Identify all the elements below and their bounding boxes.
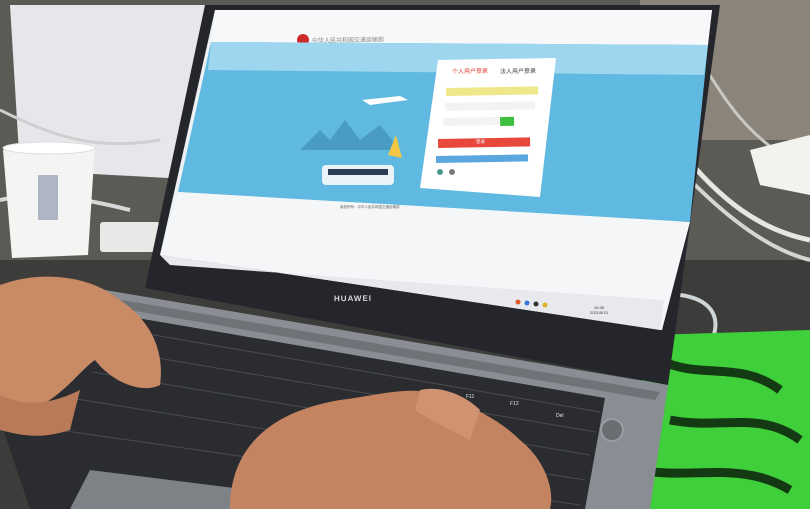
key-del[interactable]: Del: [556, 413, 564, 419]
cup-print: [38, 175, 58, 220]
page-footer: 版权所有：中华人民共和国交通运输部: [340, 205, 400, 209]
key-f12[interactable]: F12: [510, 401, 519, 407]
power-button[interactable]: [600, 418, 624, 442]
app-icon[interactable]: [437, 169, 443, 175]
tray-icon[interactable]: [524, 300, 530, 306]
key-f11[interactable]: F11: [466, 394, 474, 400]
site-header: [211, 10, 712, 45]
photo-illustration: [0, 0, 810, 509]
bus-windows: [328, 169, 388, 175]
captcha-input[interactable]: [443, 117, 500, 126]
login-button-label[interactable]: 登录: [476, 139, 485, 145]
site-title: 中华人民共和国交通运输部: [311, 37, 385, 45]
tray-icon[interactable]: [533, 301, 539, 307]
captcha-check-icon[interactable]: [500, 116, 515, 126]
clock-date: 2021/5/13: [590, 310, 608, 316]
taskbar-clock: 10:35 2021/5/13: [590, 305, 608, 315]
tab-personal-login[interactable]: 个人用户登录: [452, 69, 488, 76]
login-panel: [420, 58, 556, 197]
photo-scene: 中华人民共和国交通运输部 个人用户登录 法人用户登录 登录 版权所有：中华人民共…: [0, 0, 810, 509]
cup-rim: [2, 141, 96, 155]
laptop-brand-logo: HUAWEI: [333, 293, 373, 304]
password-input[interactable]: [445, 101, 536, 111]
adapter: [100, 222, 160, 252]
tray-icon[interactable]: [515, 299, 521, 305]
tray-icon[interactable]: [542, 302, 548, 308]
app-icon[interactable]: [449, 169, 455, 175]
tab-corporate-login[interactable]: 法人用户登录: [500, 69, 536, 76]
username-input[interactable]: [446, 86, 539, 96]
